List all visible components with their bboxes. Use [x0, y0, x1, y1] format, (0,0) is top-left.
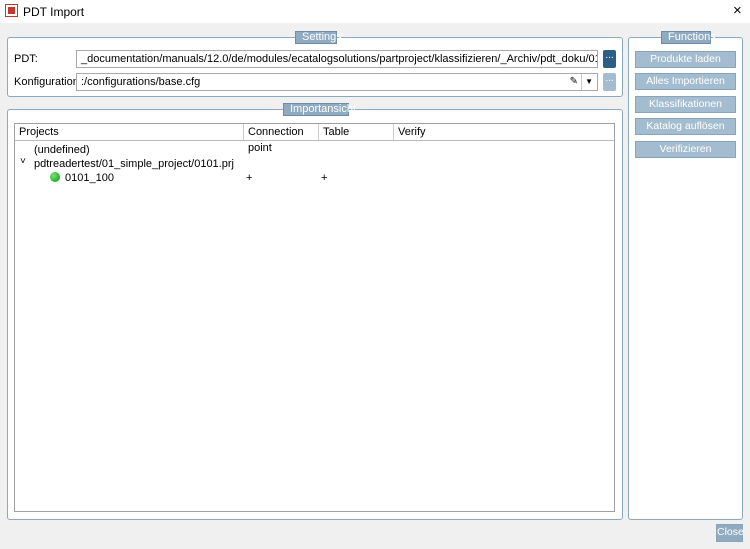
column-header-table[interactable]: Table	[319, 124, 394, 141]
verifizieren-button[interactable]: Verifizieren	[635, 141, 736, 158]
project-tree[interactable]: Projects Connection point Table Verify (…	[14, 123, 615, 512]
settings-legend: Settings	[295, 31, 342, 44]
app-icon	[5, 4, 18, 17]
pdt-label: PDT:	[14, 53, 38, 65]
close-button[interactable]: Close	[716, 524, 744, 542]
column-header-verify[interactable]: Verify	[394, 124, 614, 141]
produkte-laden-button[interactable]: Produkte laden	[635, 51, 736, 68]
config-value: :/configurations/base.cfg	[81, 76, 201, 88]
alles-importieren-button[interactable]: Alles Importieren	[635, 73, 736, 90]
importansicht-legend: Importansicht	[283, 103, 356, 116]
tree-row-undefined[interactable]: (undefined)	[34, 144, 90, 156]
tree-row-part[interactable]: 0101_100	[65, 172, 114, 184]
status-ok-icon	[50, 172, 60, 182]
config-label: Konfiguration:	[14, 76, 82, 88]
edit-pencil-icon[interactable]: ✎	[570, 74, 578, 90]
chevron-down-icon[interactable]: ˅	[20, 156, 26, 167]
table-value: +	[321, 172, 328, 184]
chevron-down-icon[interactable]: ▼	[581, 74, 593, 90]
column-header-projects[interactable]: Projects	[15, 124, 244, 141]
tree-row-project[interactable]: pdtreadertest/01_simple_project/0101.prj	[34, 158, 234, 170]
connection-point-value: +	[246, 172, 253, 184]
config-browse-button[interactable]: ...	[603, 73, 616, 91]
column-header-connection-point[interactable]: Connection point	[244, 124, 319, 154]
title-bar	[0, 0, 750, 23]
window-title: PDT Import	[23, 5, 85, 19]
pdt-input[interactable]: _documentation/manuals/12.0/de/modules/e…	[76, 50, 598, 68]
klassifikationen-loeschen-button[interactable]: Klassifikationen löschen	[635, 96, 736, 125]
close-icon[interactable]: ×	[733, 2, 742, 19]
pdt-browse-button[interactable]: ...	[603, 50, 616, 68]
katalog-aufloesen-button[interactable]: Katalog auflösen	[635, 118, 736, 135]
config-combobox[interactable]: :/configurations/base.cfg ✎ ▼	[76, 73, 598, 91]
functions-legend: Functions	[661, 31, 716, 44]
